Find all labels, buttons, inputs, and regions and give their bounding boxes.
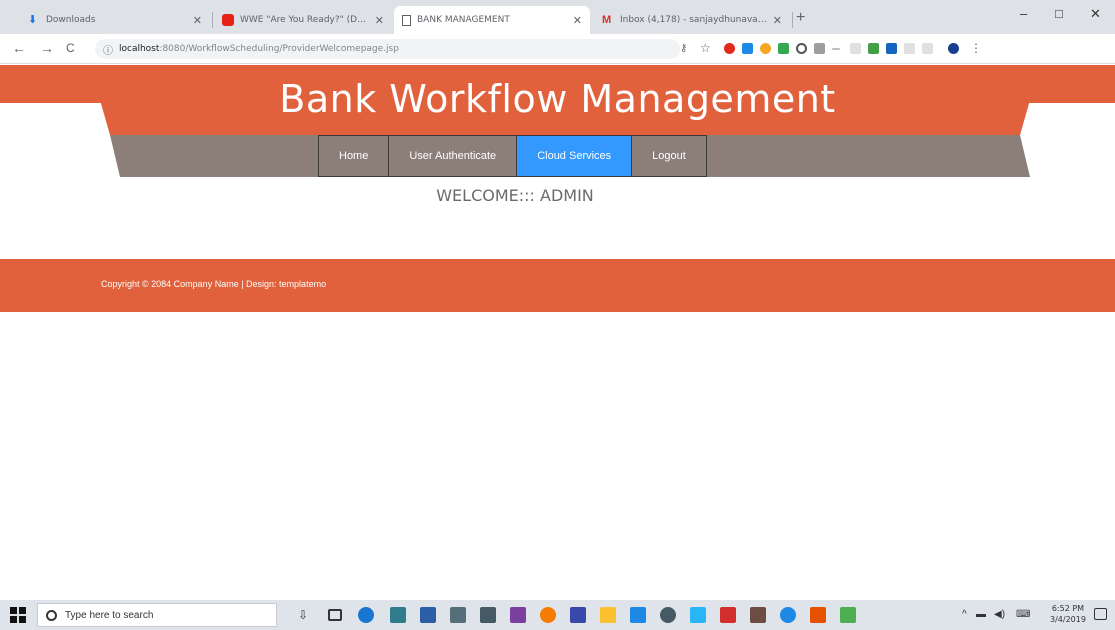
close-tab-icon[interactable]: ✕ [193,14,202,27]
download-icon: ⬇ [28,14,38,26]
browser-toolbar: ← → C ⓘ localhost:8080/WorkflowSchedulin… [0,34,1115,64]
youtube-icon [222,14,234,26]
opera-extension-icon[interactable] [724,43,735,54]
taskbar-app-icon[interactable] [480,607,496,623]
bookmark-star-icon[interactable]: ☆ [700,41,711,55]
menu-kebab-icon[interactable]: ⋮ [970,41,982,55]
tab-downloads[interactable]: ⬇ Downloads ✕ [20,6,210,34]
cortana-icon [46,609,57,621]
extension-icon[interactable] [886,43,897,54]
extension-icon[interactable] [832,48,840,50]
close-tab-icon[interactable]: ✕ [773,14,782,27]
tab-label: Inbox (4,178) - sanjaydhunavani... [620,15,767,25]
extension-icon[interactable] [778,43,789,54]
vlc-icon[interactable] [810,607,826,623]
nav-cloud-services[interactable]: Cloud Services [517,135,633,177]
footer: Copyright © 2084 Company Name | Design: … [0,259,1115,312]
nav-user-authenticate[interactable]: User Authenticate [389,135,518,177]
firefox-icon[interactable] [540,607,556,623]
tab-label: BANK MANAGEMENT [417,15,510,25]
extension-icon[interactable] [868,43,879,54]
edge-icon[interactable] [358,607,374,623]
minimize-button[interactable]: – [1020,6,1027,21]
language-icon[interactable]: ⌨ [1016,609,1030,620]
extension-icon[interactable] [742,43,753,54]
maximize-button[interactable]: □ [1055,6,1063,21]
close-tab-icon[interactable]: ✕ [375,14,384,27]
extension-icon[interactable] [922,43,933,54]
task-view-icon[interactable] [328,609,342,621]
tab-bank-management[interactable]: BANK MANAGEMENT ✕ [394,6,590,34]
file-explorer-icon[interactable] [600,607,616,623]
close-tab-icon[interactable]: ✕ [573,14,582,27]
footer-copyright: Copyright © 2084 Company Name | Design: … [101,279,327,289]
browser-tab-strip: ⬇ Downloads ✕ WWE "Are You Ready?" (D-Ge… [0,0,1115,34]
store-icon[interactable] [420,607,436,623]
taskbar-app-icon[interactable] [690,607,706,623]
taskbar-app-icon[interactable] [390,607,406,623]
clock-time: 6:52 PM [1051,604,1085,613]
taskbar-app-icon[interactable] [510,607,526,623]
chrome-icon[interactable] [840,607,856,623]
taskbar-app-icon[interactable] [660,607,676,623]
info-icon[interactable]: ⓘ [103,42,113,57]
tab-label: WWE "Are You Ready?" (D-Gen... [240,15,369,25]
profile-avatar[interactable] [948,43,959,54]
gmail-icon: M [602,14,612,26]
clock-date: 3/4/2019 [1050,615,1086,624]
extension-icon[interactable] [760,43,771,54]
back-button[interactable]: ← [12,40,26,56]
site-title: Bank Workflow Management [279,77,836,121]
page-viewport: Bank Workflow Management Home User Authe… [0,65,1115,599]
taskbar-app-icon[interactable] [450,607,466,623]
tray-chevron-icon[interactable]: ^ [962,609,967,620]
extension-icon[interactable] [904,43,915,54]
microphone-icon[interactable]: ⇩ [298,608,308,622]
network-icon[interactable]: ▬ [976,609,986,620]
tab-separator [212,12,213,28]
nav-logout[interactable]: Logout [632,135,707,177]
tab-youtube[interactable]: WWE "Are You Ready?" (D-Gen... ✕ [214,6,392,34]
taskbar-search-box[interactable]: Type here to search [37,603,277,627]
key-icon[interactable]: ⚷ [680,43,687,54]
tab-label: Downloads [46,15,96,25]
close-window-button[interactable]: ✕ [1090,6,1101,22]
search-placeholder: Type here to search [65,609,154,621]
forward-button[interactable]: → [40,40,54,56]
nav-home[interactable]: Home [318,135,390,177]
windows-taskbar: Type here to search ⇩ ^ ▬ ◀) ⌨ 6:52 PM 3… [0,600,1115,630]
url-host: localhost [119,44,160,54]
address-bar[interactable]: ⓘ localhost:8080/WorkflowScheduling/Prov… [95,39,680,59]
taskbar-app-icon[interactable] [630,607,646,623]
welcome-message: WELCOME::: ADMIN [436,186,594,205]
tab-gmail-inbox[interactable]: M Inbox (4,178) - sanjaydhunavani... ✕ [594,6,790,34]
notification-center-icon[interactable] [1094,608,1107,620]
main-nav: Home User Authenticate Cloud Services Lo… [318,135,707,177]
url-path: :8080/WorkflowScheduling/ProviderWelcome… [159,44,399,54]
extension-icon[interactable] [814,43,825,54]
taskbar-app-icon[interactable] [570,607,586,623]
taskbar-clock[interactable]: 6:52 PM 3/4/2019 [1050,603,1086,625]
new-tab-button[interactable]: + [796,9,805,27]
taskbar-app-icon[interactable] [750,607,766,623]
tab-separator [792,12,793,28]
pdf-reader-icon[interactable] [720,607,736,623]
windows-start-icon[interactable] [10,607,26,623]
reload-button[interactable]: C [66,41,75,55]
extension-icon[interactable] [850,43,861,54]
extension-icon[interactable] [796,43,807,54]
page-icon [402,14,411,26]
volume-icon[interactable]: ◀) [994,609,1005,620]
taskbar-app-icon[interactable] [780,607,796,623]
